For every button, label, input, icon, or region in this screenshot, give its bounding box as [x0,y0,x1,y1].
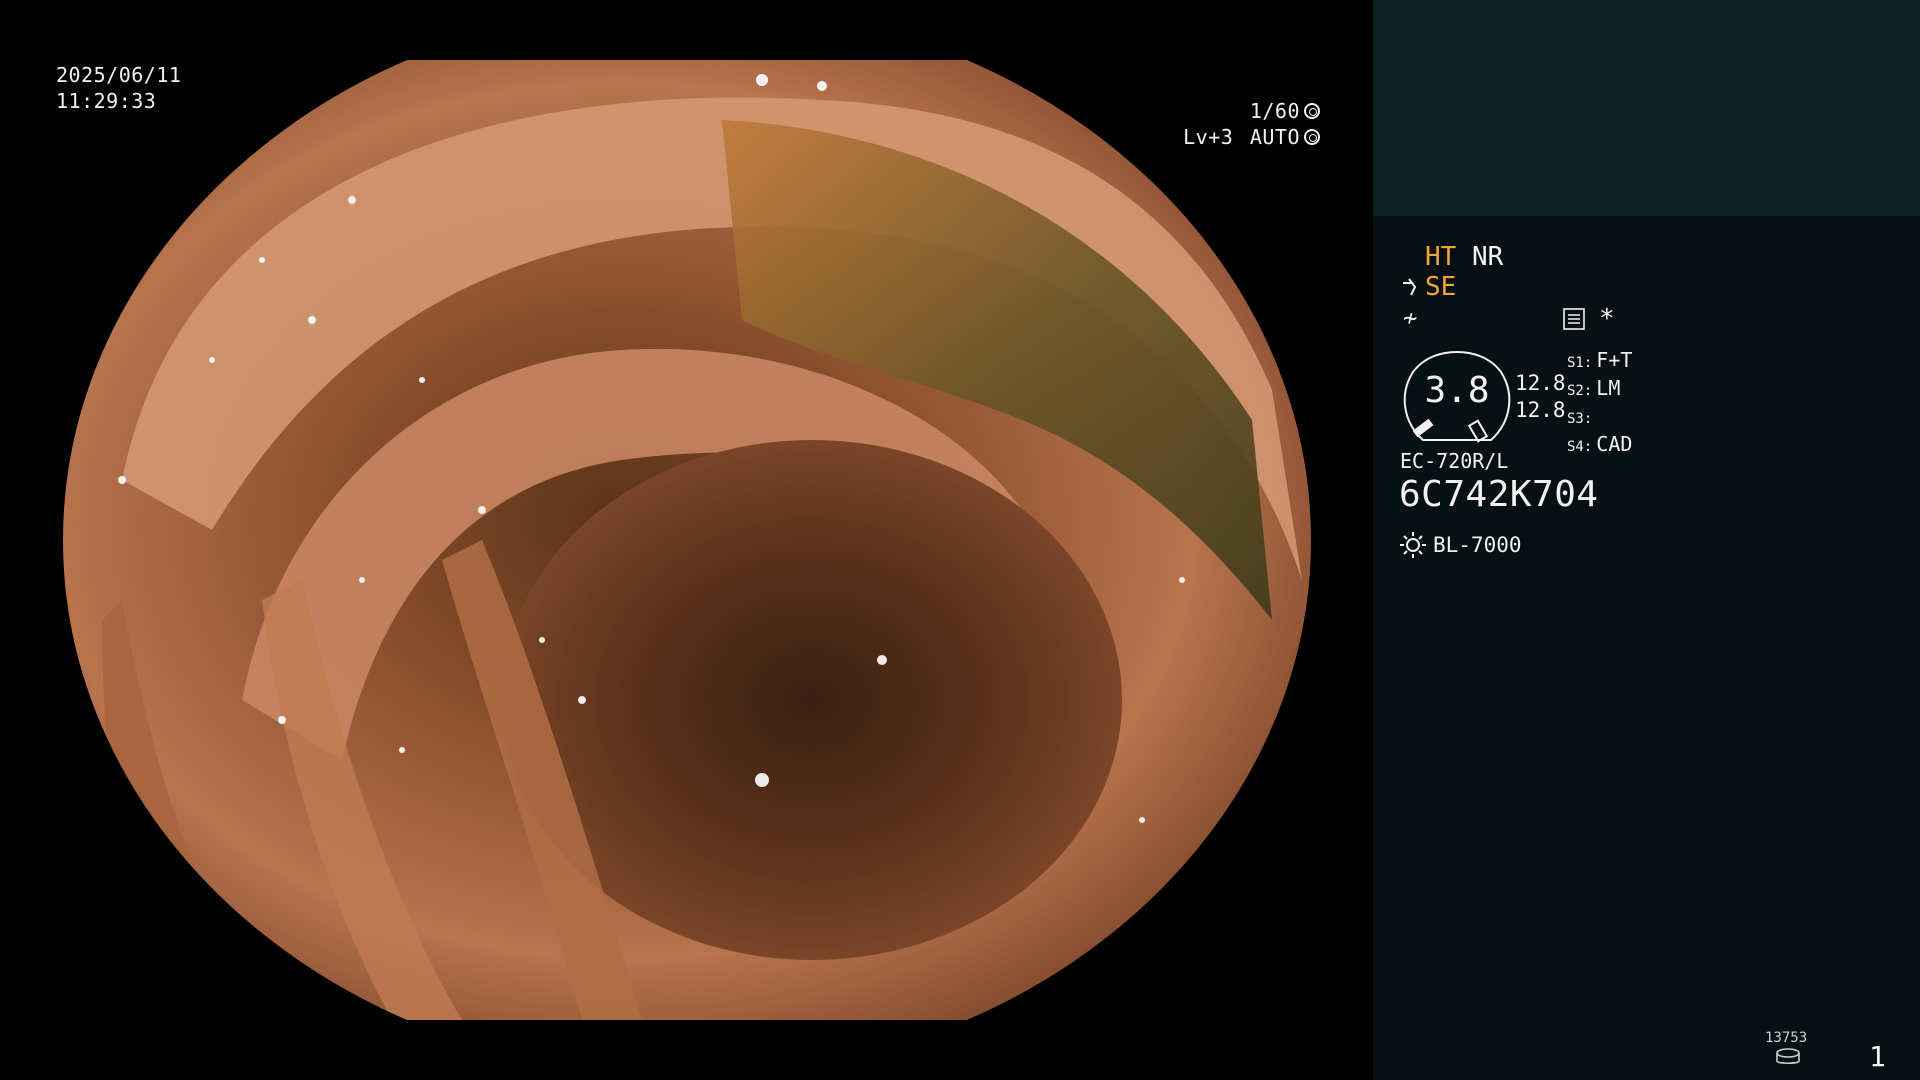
iris-value-1: 12.8 [1515,371,1566,395]
shutter-row: 1/60 [1183,98,1320,124]
exposure-row: Lv+3 AUTO [1183,124,1320,150]
page-number: 1 [1869,1040,1886,1073]
panel-header-area [1373,0,1920,216]
endoscope-image-area: 2025/06/11 11:29:33 1/60 Lv+3 AUTO [0,0,1372,1080]
zoom-value: 3.8 [1424,370,1490,411]
auto-exposure-icon [1304,129,1320,145]
shutter-icon [1304,103,1320,119]
image-counter: 13753 [1765,1030,1808,1046]
exposure-mode: AUTO [1249,125,1300,149]
time-text: 11:29:33 [56,89,157,113]
endoscope-view [62,60,1312,1020]
f-indicator: ≁ [1403,304,1418,332]
scope-serial: 6C742K704 [1399,474,1599,515]
switch-s3: S3: [1567,411,1593,427]
switch-s4: S4: CAD [1567,432,1633,456]
light-source-row: BL-7000 [1399,531,1522,559]
endoscopy-screen: 2025/06/11 11:29:33 1/60 Lv+3 AUTO HT NR [0,0,1920,1080]
date-text: 2025/06/11 [56,63,182,87]
scissors-icon [1403,278,1417,296]
processing-modes: HT NR [1425,242,1503,272]
iris-values: 12.8 12.8 [1515,370,1566,424]
exposure-level: Lv+3 [1183,125,1234,149]
light-source-model: BL-7000 [1433,533,1522,557]
star-indicator: * [1599,304,1615,334]
switch-s1: S1: F+T [1567,348,1633,372]
light-source-icon [1400,532,1426,558]
mode-se: SE [1425,272,1457,302]
scope-model: EC-720R/L [1400,449,1509,473]
switch-s2: S2: LM [1567,376,1621,400]
menu-row: * [1563,304,1615,334]
iris-value-2: 12.8 [1515,398,1566,422]
exposure-info: 1/60 Lv+3 AUTO [1183,98,1320,150]
switch-list: S1: F+T S2: LM S3: S4: CAD [1567,348,1632,460]
se-row: SE [1401,272,1456,302]
info-panel: HT NR SE ≁ * 3.8 12.8 12.8 S1: F+T S2: L… [1373,0,1920,1080]
mode-ht: HT [1425,242,1457,272]
menu-icon [1563,308,1585,330]
mode-nr: NR [1471,242,1504,272]
shutter-speed: 1/60 [1249,99,1300,123]
disk-icon [1776,1048,1800,1065]
timestamp: 2025/06/11 11:29:33 [56,62,181,114]
